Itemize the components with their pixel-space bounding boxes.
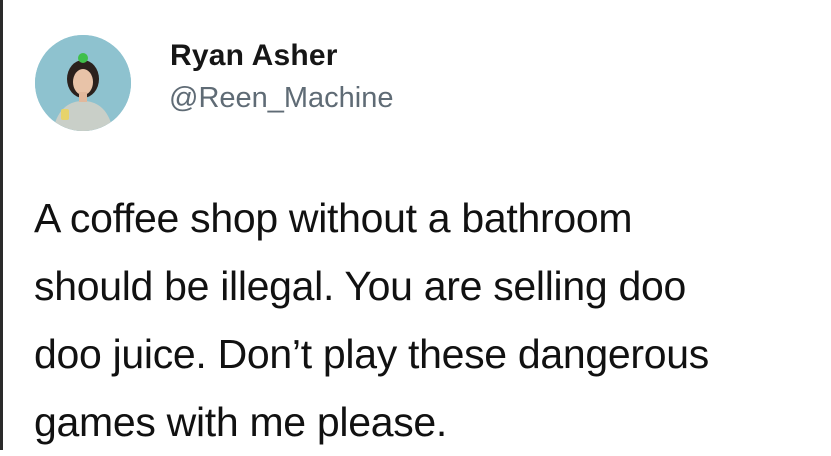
user-handle[interactable]: @Reen_Machine <box>169 82 394 115</box>
tweet-card: Ryan Asher @Reen_Machine A coffee shop w… <box>0 0 831 450</box>
tweet-text-line: should be illegal. You are selling doo <box>34 263 686 309</box>
avatar[interactable] <box>35 35 131 131</box>
profile-photo-icon <box>35 35 131 131</box>
display-name[interactable]: Ryan Asher <box>170 39 338 73</box>
tweet-text-line: A coffee shop without a bathroom <box>34 195 633 241</box>
tweet-text-line: doo juice. Don’t play these dangerous <box>34 331 709 377</box>
tweet-text-line: games with me please. <box>34 399 448 445</box>
tweet-text: A coffee shop without a bathroom should … <box>34 184 829 456</box>
